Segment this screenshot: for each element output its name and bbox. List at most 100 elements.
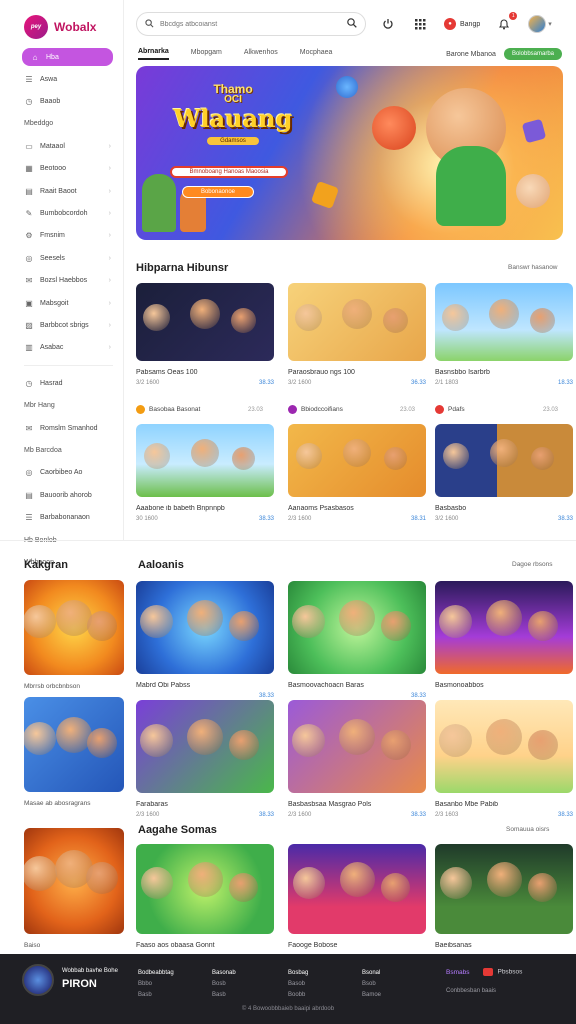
game-card[interactable]: Basbasbsaa Masgrao Pols 2/3 1600 38.33 — [288, 700, 426, 818]
sidebar-item-items-7[interactable]: ✎ Bumbobcordoh › — [0, 202, 123, 224]
sidebar-item-items2-2[interactable]: ✉ Romslm Smanhod — [0, 417, 123, 439]
sidebar-item-items2-0[interactable]: ◷ Hasrad — [0, 372, 123, 394]
character-figure — [339, 719, 375, 755]
location-pill[interactable]: ● Bangp — [444, 18, 480, 30]
notification-bell-icon[interactable]: 1 — [496, 12, 518, 32]
game-card[interactable]: Basanbo Mbe Pabib 2/3 1603 38.33 — [435, 700, 573, 818]
footer-link[interactable]: Bbbo — [138, 979, 174, 990]
search-input[interactable] — [160, 20, 341, 28]
sidebar-item-label: Aswa — [40, 75, 58, 83]
hero-banner[interactable]: Thamo OCI Wlauang Gdamsos Bmnoboang Hano… — [136, 66, 563, 240]
sidebar-item-items2-3[interactable]: Mb Barcdoa — [0, 439, 123, 461]
sidebar-item-label: Hba — [46, 53, 59, 61]
footer-link[interactable]: Boobb — [288, 990, 308, 1001]
sidebar-item-items-1[interactable]: ☰ Aswa — [0, 68, 123, 90]
source-row-item[interactable]: Bbiodccoifians — [288, 405, 343, 414]
footer-link[interactable]: Bosb — [212, 979, 236, 990]
sidebar-item-items-5[interactable]: ▦ Beotooo › — [0, 158, 123, 180]
card-icon: ▤ — [25, 186, 33, 196]
featured-thumbnail — [24, 828, 124, 934]
section3-see-all[interactable]: Somauua oisrs — [506, 826, 549, 833]
source-row-item[interactable]: Pdafs — [435, 405, 465, 414]
game-card[interactable]: Pabsams Oeas 100 3/2 1600 38.33 — [136, 283, 274, 386]
character-figure — [342, 299, 372, 329]
game-card[interactable]: Baeibsanas — [435, 844, 573, 949]
character-figure — [489, 299, 519, 329]
sidebar-item-items-4[interactable]: ▭ Mataaol › — [0, 135, 123, 157]
game-card[interactable]: Farabaras 2/3 1600 38.33 — [136, 700, 274, 818]
user-menu[interactable]: ▾ — [528, 15, 552, 33]
game-card[interactable]: Basmonoabbos — [435, 581, 573, 693]
hero-play-button[interactable]: Bobonaonoe — [182, 186, 254, 198]
sidebar-item-items2-5[interactable]: ▤ Bauoorib ahorob — [0, 484, 123, 506]
game-card[interactable]: Basnsbbo Isarbrb 2/1 1803 18.33 — [435, 283, 573, 386]
sidebar-item-items-0[interactable]: ⌂ Hba — [22, 48, 113, 66]
game-card[interactable]: Aaabone ib babeth Bnpnnpb 30 1600 38.33 — [136, 424, 274, 522]
sidebar-item-items-11[interactable]: ▣ Mabsgoit › — [0, 292, 123, 314]
tab-2[interactable]: Alkwenhos — [244, 49, 278, 59]
chevron-right-icon: › — [108, 232, 111, 240]
chevron-right-icon: › — [108, 254, 111, 262]
character-figure — [56, 600, 92, 636]
footer-link[interactable]: Basb — [138, 990, 174, 1001]
hero-light-burst — [286, 66, 563, 240]
featured-card[interactable]: Masae ab abosragrans — [24, 697, 124, 807]
sidebar-item-items2-6[interactable]: ☰ Barbabonanaon — [0, 506, 123, 528]
footer-youtube[interactable]: Pbsbsos — [483, 968, 522, 976]
power-icon[interactable] — [380, 16, 396, 32]
footer-social-sub[interactable]: Conbbesban baais — [446, 988, 496, 994]
apps-grid-icon[interactable] — [412, 16, 428, 32]
sidebar-item-label: Mabsgoit — [40, 299, 69, 307]
sidebar-item-label: Bozsl Haebbos — [40, 277, 88, 285]
list-icon: ☰ — [25, 513, 33, 523]
sidebar-item-items-2[interactable]: ◷ Baaob — [0, 90, 123, 112]
sidebar-item-label: Mataaol — [40, 142, 65, 150]
character-figure — [140, 605, 173, 638]
tab-0[interactable]: Abrnarka — [138, 48, 169, 60]
sidebar-item-items2-4[interactable]: ◎ Caorbibeo Ao — [0, 462, 123, 484]
tabs-green-button[interactable]: Bolobbsamarba — [503, 48, 562, 60]
footer-logo[interactable] — [22, 964, 54, 996]
section1-see-all[interactable]: Banswr hasanow — [508, 264, 558, 271]
footer-link[interactable]: Basb — [212, 990, 236, 1001]
sidebar-item-label: Mb Barcdoa — [24, 446, 62, 454]
sidebar-item-items-8[interactable]: ⚙ Fmsnim › — [0, 225, 123, 247]
search-bar[interactable] — [136, 12, 366, 36]
game-card[interactable]: Basbasbo 3/2 1600 38.33 — [435, 424, 573, 522]
game-card[interactable]: Basmoovachoacn Baras 38.33 — [288, 581, 426, 699]
sidebar-item-items-13[interactable]: ▥ Asabac › — [0, 337, 123, 359]
footer-col-3: Bosbag Basob Boobb — [288, 968, 308, 1001]
brand[interactable]: pey Wobalx — [0, 0, 123, 42]
character-figure — [490, 439, 518, 467]
featured-card[interactable]: Baiso — [24, 828, 124, 949]
footer-link[interactable]: Bamoe — [362, 990, 381, 1001]
sidebar-item-items2-1[interactable]: Mbr Hang — [0, 394, 123, 416]
tab-3[interactable]: Mocphaea — [300, 49, 333, 59]
sidebar-item-items-6[interactable]: ▤ Raait Baoot › — [0, 180, 123, 202]
character-figure — [188, 862, 223, 897]
featured-card[interactable]: Mbrrsb orbcbnbson — [24, 580, 124, 690]
character-figure — [383, 308, 408, 333]
source-row-item[interactable]: Basobaa Basonat — [136, 405, 200, 414]
game-card[interactable]: Aanaoms Psasbasos 2/3 1600 38.31 — [288, 424, 426, 522]
game-score: 38.33 — [410, 812, 426, 818]
sidebar-item-items-12[interactable]: ▨ Barbbcot sbrigs › — [0, 314, 123, 336]
character-figure — [144, 443, 170, 469]
section2-see-all[interactable]: Dagoe rbsons — [512, 561, 552, 568]
tabs-right-link[interactable]: Barone Mbanoa — [446, 51, 496, 58]
footer-link[interactable]: Basob — [288, 979, 308, 990]
character-figure — [229, 873, 258, 902]
footer-link[interactable]: Bsob — [362, 979, 381, 990]
tab-1[interactable]: Mbopgam — [191, 49, 222, 59]
game-card[interactable]: Mabrd Obi Pabss 38.33 — [136, 581, 274, 699]
sidebar-item-items-9[interactable]: ◎ Seesels › — [0, 247, 123, 269]
game-card[interactable]: Paraosbrauo ngs 100 3/2 1600 36.33 — [288, 283, 426, 386]
game-title: Baeibsanas — [435, 942, 472, 949]
game-card[interactable]: Faooge Bobose — [288, 844, 426, 949]
game-card[interactable]: Faaso aos obaasa Gonnt — [136, 844, 274, 949]
sidebar-item-items-10[interactable]: ✉ Bozsl Haebbos › — [0, 270, 123, 292]
footer-social-link-1[interactable]: Bsmabs — [446, 969, 469, 976]
search-submit-icon[interactable] — [347, 18, 357, 30]
sidebar-item-items-3[interactable]: Mbeddgo — [0, 113, 123, 135]
hero-tag: Gdamsos — [207, 137, 259, 145]
